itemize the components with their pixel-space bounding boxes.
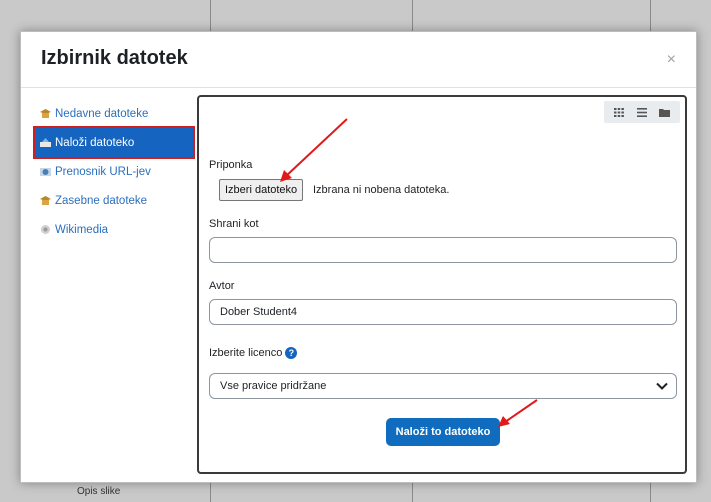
recent-files-icon bbox=[40, 109, 51, 118]
sidebar-item-url-downloader[interactable]: Prenosnik URL-jev bbox=[35, 157, 193, 186]
choose-file-button[interactable]: Izberi datoteko bbox=[219, 179, 304, 201]
chevron-down-icon bbox=[656, 382, 668, 390]
modal-header: Izbirnik datotek × bbox=[21, 32, 696, 88]
help-icon[interactable]: ? bbox=[285, 347, 298, 360]
file-picker-modal: Izbirnik datotek × Nedavne datoteke Nalo… bbox=[20, 31, 697, 483]
background-caption: Opis slike bbox=[77, 486, 121, 497]
license-select[interactable]: Vse pravice pridržane bbox=[209, 373, 677, 399]
sidebar-item-private-files[interactable]: Zasebne datoteke bbox=[35, 186, 193, 215]
wikimedia-icon bbox=[41, 225, 50, 234]
grid-view-icon[interactable] bbox=[612, 106, 626, 118]
sidebar-item-recent-files[interactable]: Nedavne datoteke bbox=[35, 99, 193, 128]
list-view-icon[interactable] bbox=[635, 106, 649, 118]
repository-sidebar: Nedavne datoteke Naloži datoteko Prenosn… bbox=[33, 99, 195, 244]
sidebar-item-label: Zasebne datoteke bbox=[55, 194, 148, 207]
sidebar-item-label: Wikimedia bbox=[55, 223, 109, 236]
private-files-icon bbox=[40, 196, 51, 205]
upload-form-panel: Priponka Izberi datoteko Izbrana ni nobe… bbox=[197, 95, 687, 474]
author-label: Avtor bbox=[209, 280, 235, 292]
attachment-label: Priponka bbox=[209, 159, 253, 171]
save-as-label: Shrani kot bbox=[209, 218, 259, 230]
url-downloader-icon bbox=[40, 168, 51, 176]
sidebar-item-label: Prenosnik URL-jev bbox=[55, 165, 151, 178]
license-label-row: Izberite licenco? bbox=[209, 347, 298, 360]
file-status-text: Izbrana ni nobena datoteka. bbox=[313, 184, 450, 196]
author-input[interactable]: Dober Student4 bbox=[209, 299, 677, 325]
modal-title: Izbirnik datotek bbox=[41, 47, 188, 69]
sidebar-item-upload-file[interactable]: Naloži datoteko bbox=[33, 126, 195, 159]
license-label: Izberite licenco bbox=[209, 347, 283, 359]
sidebar-item-wikimedia[interactable]: Wikimedia bbox=[35, 215, 193, 244]
modal-body: Nedavne datoteke Naloži datoteko Prenosn… bbox=[21, 89, 696, 482]
view-toolbar bbox=[604, 101, 680, 123]
upload-file-button[interactable]: Naloži to datoteko bbox=[386, 418, 500, 446]
sidebar-item-label: Nedavne datoteke bbox=[55, 107, 149, 120]
license-selected-value: Vse pravice pridržane bbox=[220, 380, 327, 392]
close-icon[interactable]: × bbox=[667, 52, 676, 68]
upload-icon bbox=[40, 138, 51, 147]
save-as-input[interactable] bbox=[209, 237, 677, 263]
sidebar-item-label: Naloži datoteko bbox=[55, 136, 135, 149]
folder-view-icon[interactable] bbox=[658, 106, 672, 118]
